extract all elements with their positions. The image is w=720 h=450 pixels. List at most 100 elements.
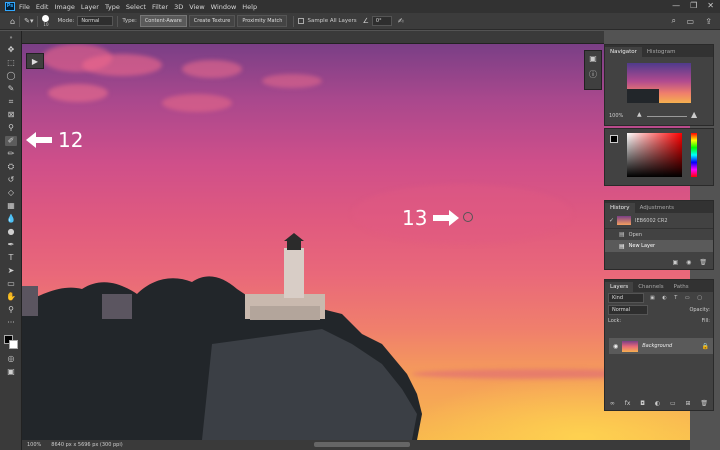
type-tool-icon[interactable]: T — [5, 253, 17, 263]
add-mask-icon[interactable]: ◘ — [640, 400, 645, 407]
new-document-icon[interactable]: ▣ — [672, 259, 678, 266]
search-icon[interactable]: ⌕ — [672, 16, 676, 26]
create-texture-button[interactable]: Create Texture — [188, 15, 236, 27]
quick-select-tool-icon[interactable]: ✎ — [5, 84, 17, 94]
sample-all-checkbox[interactable] — [298, 18, 305, 24]
color-field[interactable] — [627, 133, 682, 177]
blend-mode-select[interactable]: Normal — [608, 304, 648, 315]
play-action-button[interactable]: ▶ — [26, 53, 44, 69]
menu-filter[interactable]: Filter — [152, 3, 168, 11]
menu-bar: Ps File Edit Image Layer Type Select Fil… — [0, 0, 720, 13]
history-item[interactable]: ▤ Open — [605, 228, 713, 240]
screen-mode-icon[interactable]: ▣ — [5, 367, 17, 377]
blur-tool-icon[interactable]: 💧 — [5, 214, 17, 224]
pressure-icon[interactable]: ✍ — [398, 17, 404, 25]
lock-label: Lock: — [608, 317, 622, 324]
eraser-tool-icon[interactable]: ◇ — [5, 188, 17, 198]
zoom-tool-icon[interactable]: ⚲ — [5, 305, 17, 315]
delete-layer-icon[interactable]: 🗑 — [700, 400, 708, 407]
layer-blend-row: Normal Opacity: — [605, 304, 713, 315]
hand-tool-icon[interactable]: ✋ — [5, 292, 17, 302]
navigator-zoom[interactable]: 100% — [609, 113, 623, 119]
visibility-eye-icon[interactable]: ◉ — [613, 343, 618, 350]
info-icon[interactable]: ⓘ — [585, 69, 601, 80]
zoom-in-icon[interactable]: ▲ — [691, 110, 697, 119]
marquee-tool-icon[interactable]: ⬚ — [5, 58, 17, 68]
rectangle-tool-icon[interactable]: ▭ — [5, 279, 17, 289]
lasso-tool-icon[interactable]: ◯ — [5, 71, 17, 81]
zoom-out-icon[interactable]: ▲ — [637, 111, 642, 118]
filter-icons[interactable]: ▣ ◐ T ▭ ▢ — [650, 295, 705, 301]
proximity-match-button[interactable]: Proximity Match — [237, 15, 288, 27]
move-tool-icon[interactable]: ✥ — [5, 45, 17, 55]
eyedropper-tool-icon[interactable]: ⚲ — [5, 123, 17, 133]
camera-icon[interactable]: ◉ — [686, 259, 691, 266]
new-layer-icon[interactable]: ⊞ — [685, 400, 690, 407]
foreground-color-swatch[interactable] — [610, 135, 618, 143]
menu-help[interactable]: Help — [242, 3, 257, 11]
angle-input[interactable]: 0° — [371, 16, 392, 26]
menu-view[interactable]: View — [189, 3, 204, 11]
gradient-tool-icon[interactable]: ▦ — [5, 201, 17, 211]
mode-select[interactable]: Normal — [77, 16, 114, 26]
pen-tool-icon[interactable]: ✒ — [5, 240, 17, 250]
tab-layers[interactable]: Layers — [605, 282, 634, 292]
menu-type[interactable]: Type — [105, 3, 120, 11]
zoom-level[interactable]: 100% — [27, 442, 41, 448]
spot-healing-tool-icon[interactable]: ✐ — [5, 136, 17, 146]
menu-edit[interactable]: Edit — [36, 3, 49, 11]
menu-window[interactable]: Window — [211, 3, 237, 11]
history-item-label: New Layer — [628, 243, 656, 249]
minimize-icon[interactable]: — — [672, 1, 680, 10]
dodge-tool-icon[interactable]: ● — [5, 227, 17, 237]
close-icon[interactable]: ✕ — [707, 1, 714, 10]
adjustment-layer-icon[interactable]: ◐ — [655, 400, 660, 407]
clone-stamp-tool-icon[interactable]: ⛭ — [5, 162, 17, 172]
spot-healing-brush-icon[interactable]: ✎▾ — [24, 17, 33, 25]
history-step-icon: ▤ — [619, 231, 625, 238]
restore-icon[interactable]: ❐ — [690, 1, 697, 10]
frame-tool-icon[interactable]: ⊠ — [5, 110, 17, 120]
share-icon[interactable]: ⇪ — [705, 17, 712, 26]
brush-tool-icon[interactable]: ✏ — [5, 149, 17, 159]
layer-style-icon[interactable]: fx — [625, 400, 631, 407]
tab-adjustments[interactable]: Adjustments — [635, 203, 679, 213]
brush-preset-picker[interactable]: 10 — [42, 15, 50, 27]
home-icon[interactable]: ⌂ — [10, 17, 15, 26]
link-layers-icon[interactable]: ∞ — [610, 400, 615, 407]
menu-3d[interactable]: 3D — [174, 3, 183, 11]
history-item[interactable]: ▤ New Layer — [605, 240, 713, 252]
tab-histogram[interactable]: Histogram — [642, 47, 681, 57]
more-tools-icon[interactable]: ··· — [5, 318, 17, 328]
hue-slider[interactable] — [691, 133, 697, 177]
menu-image[interactable]: Image — [54, 3, 74, 11]
history-brush-tool-icon[interactable]: ↺ — [5, 175, 17, 185]
background-color-swatch[interactable] — [9, 340, 18, 349]
trash-icon[interactable]: 🗑 — [699, 259, 707, 266]
content-aware-button[interactable]: Content-Aware — [139, 15, 187, 27]
menu-layer[interactable]: Layer — [81, 3, 99, 11]
crop-tool-icon[interactable]: ⌗ — [5, 97, 17, 107]
tab-channels[interactable]: Channels — [633, 282, 668, 292]
history-brush-source-icon[interactable]: ✓ — [609, 217, 614, 224]
layer-name[interactable]: Background — [642, 343, 672, 349]
workspace-icon[interactable]: ▭ — [686, 17, 694, 26]
layer-kind-select[interactable]: Kind — [608, 293, 644, 303]
navigator-thumbnail[interactable] — [627, 63, 691, 103]
collapse-icon[interactable]: » — [5, 33, 17, 43]
tab-paths[interactable]: Paths — [669, 282, 694, 292]
navigator-zoom-slider[interactable] — [647, 116, 687, 117]
history-snapshot[interactable]: ✓ IEB6002 CR2 — [605, 213, 713, 228]
path-select-tool-icon[interactable]: ➤ — [5, 266, 17, 276]
tab-history[interactable]: History — [605, 203, 635, 213]
layer-row-background[interactable]: ◉ Background 🔒 — [609, 338, 713, 354]
quick-mask-icon[interactable]: ◎ — [5, 354, 17, 364]
separator — [19, 15, 21, 27]
menu-select[interactable]: Select — [126, 3, 146, 11]
menu-file[interactable]: File — [19, 3, 30, 11]
new-group-icon[interactable]: ▭ — [670, 400, 676, 407]
horizontal-scrollbar[interactable] — [314, 442, 410, 447]
document-canvas[interactable] — [22, 44, 690, 440]
properties-icon[interactable]: ▣ — [585, 54, 601, 63]
tab-navigator[interactable]: Navigator — [605, 47, 642, 57]
